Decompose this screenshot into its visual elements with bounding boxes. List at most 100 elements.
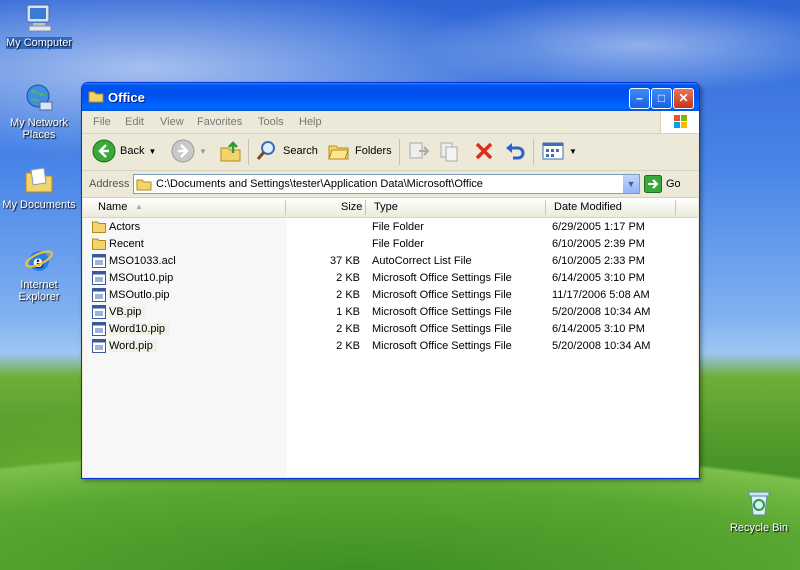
copy-to-button[interactable] bbox=[438, 138, 462, 164]
delete-button[interactable] bbox=[472, 138, 496, 164]
menu-edit[interactable]: Edit bbox=[125, 116, 144, 128]
settings-file-icon bbox=[92, 305, 106, 319]
column-header-size[interactable]: Size bbox=[341, 201, 362, 213]
file-type: Microsoft Office Settings File bbox=[372, 323, 512, 335]
desktop-icon-my-documents[interactable]: My Documents bbox=[1, 164, 77, 211]
network-globe-icon bbox=[23, 82, 55, 114]
file-type: Microsoft Office Settings File bbox=[372, 340, 512, 352]
column-divider[interactable] bbox=[365, 200, 366, 215]
close-button[interactable]: ✕ bbox=[673, 88, 694, 109]
file-name: MSO1033.acl bbox=[109, 255, 176, 267]
computer-icon bbox=[23, 2, 55, 34]
title-bar[interactable]: Office – □ ✕ bbox=[82, 83, 699, 111]
folders-button[interactable]: Folders bbox=[327, 138, 392, 164]
undo-icon bbox=[506, 143, 525, 160]
menu-help[interactable]: Help bbox=[299, 116, 322, 128]
settings-file-icon bbox=[92, 254, 106, 268]
forward-button[interactable]: ▼ bbox=[171, 138, 207, 164]
menu-tools[interactable]: Tools bbox=[258, 116, 284, 128]
standard-toolbar: Back ▼ ▼ Search Folders ▼ bbox=[82, 134, 699, 171]
file-type: AutoCorrect List File bbox=[372, 255, 472, 267]
file-type: Microsoft Office Settings File bbox=[372, 272, 512, 284]
file-size: 37 KB bbox=[330, 255, 360, 267]
column-divider[interactable] bbox=[675, 200, 676, 215]
internet-explorer-icon: e bbox=[23, 244, 55, 276]
table-row[interactable]: MSOut10.pip 2 KB Microsoft Office Settings… bbox=[83, 270, 698, 287]
up-folder-button[interactable] bbox=[219, 138, 243, 164]
file-list: Name ▲ Size Type Date Modified Actors Fil… bbox=[83, 198, 698, 477]
table-row[interactable]: Word.pip 2 KB Microsoft Office Settings Fi… bbox=[83, 338, 698, 355]
menu-file[interactable]: File bbox=[93, 116, 111, 128]
file-name: Recent bbox=[109, 238, 144, 250]
table-row[interactable]: Recent File Folder 6/10/2005 2:39 PM bbox=[83, 236, 698, 253]
move-to-icon bbox=[409, 142, 430, 159]
table-row[interactable]: MSO1033.acl 37 KB AutoCorrect List File 6/1… bbox=[83, 253, 698, 270]
back-arrow-icon bbox=[92, 139, 116, 163]
windows-logo-icon bbox=[660, 111, 699, 133]
file-size: 2 KB bbox=[336, 323, 360, 335]
copy-to-icon bbox=[440, 142, 458, 162]
address-field[interactable]: C:\Documents and Settings\tester\Applica… bbox=[133, 174, 640, 194]
sort-ascending-icon: ▲ bbox=[135, 202, 143, 211]
table-row[interactable]: VB.pip 1 KB Microsoft Office Settings File… bbox=[83, 304, 698, 321]
file-type: Microsoft Office Settings File bbox=[372, 289, 512, 301]
documents-folder-icon bbox=[23, 164, 55, 196]
views-icon bbox=[542, 142, 564, 160]
settings-file-icon bbox=[92, 322, 106, 336]
views-button[interactable]: ▼ bbox=[541, 138, 577, 164]
file-date-modified: 6/10/2005 2:39 PM bbox=[552, 238, 645, 250]
column-divider[interactable] bbox=[285, 200, 286, 215]
menu-favorites[interactable]: Favorites bbox=[197, 116, 242, 128]
settings-file-icon bbox=[92, 271, 106, 285]
desktop-icon-label: Recycle Bin bbox=[729, 522, 789, 534]
desktop-icon-my-network-places[interactable]: My Network Places bbox=[1, 82, 77, 141]
menu-bar: File Edit View Favorites Tools Help bbox=[82, 111, 699, 134]
maximize-button[interactable]: □ bbox=[651, 88, 672, 109]
undo-button[interactable] bbox=[503, 138, 527, 164]
file-size: 2 KB bbox=[336, 272, 360, 284]
file-date-modified: 6/29/2005 1:17 PM bbox=[552, 221, 645, 233]
forward-arrow-icon bbox=[171, 139, 195, 163]
back-button[interactable]: Back ▼ bbox=[92, 138, 156, 164]
column-divider[interactable] bbox=[545, 200, 546, 215]
column-header-row: Name ▲ Size Type Date Modified bbox=[83, 198, 698, 218]
file-size: 2 KB bbox=[336, 289, 360, 301]
search-label: Search bbox=[283, 145, 318, 157]
forward-dropdown-icon[interactable]: ▼ bbox=[199, 147, 207, 156]
search-button[interactable]: Search bbox=[255, 138, 318, 164]
toolbar-separator bbox=[399, 139, 400, 165]
folder-icon bbox=[92, 220, 106, 233]
toolbar-separator bbox=[248, 139, 249, 165]
file-size: 2 KB bbox=[336, 340, 360, 352]
column-header-name[interactable]: Name bbox=[98, 201, 127, 213]
table-row[interactable]: Word10.pip 2 KB Microsoft Office Settings … bbox=[83, 321, 698, 338]
go-label: Go bbox=[666, 178, 681, 190]
desktop-icon-internet-explorer[interactable]: e Internet Explorer bbox=[1, 244, 77, 303]
table-row[interactable]: Actors File Folder 6/29/2005 1:17 PM bbox=[83, 219, 698, 236]
address-value: C:\Documents and Settings\tester\Applica… bbox=[156, 178, 483, 190]
go-button[interactable]: Go bbox=[644, 175, 681, 193]
desktop-icon-my-computer[interactable]: My Computer bbox=[1, 2, 77, 49]
minimize-button[interactable]: – bbox=[629, 88, 650, 109]
back-dropdown-icon[interactable]: ▼ bbox=[148, 147, 156, 156]
views-dropdown-icon[interactable]: ▼ bbox=[569, 147, 577, 156]
move-to-button[interactable] bbox=[407, 138, 431, 164]
up-folder-icon bbox=[220, 141, 241, 162]
window-title: Office bbox=[108, 90, 145, 105]
file-name: VB.pip bbox=[109, 306, 146, 318]
delete-x-icon bbox=[475, 142, 493, 160]
column-header-type[interactable]: Type bbox=[374, 201, 398, 213]
menu-view[interactable]: View bbox=[160, 116, 184, 128]
file-size: 1 KB bbox=[336, 306, 360, 318]
table-row[interactable]: MSOutlo.pip 2 KB Microsoft Office Settings… bbox=[83, 287, 698, 304]
folder-icon bbox=[136, 179, 152, 191]
toolbar-separator bbox=[533, 139, 534, 165]
folders-label: Folders bbox=[355, 145, 392, 157]
address-dropdown-button[interactable]: ▼ bbox=[623, 175, 639, 193]
file-date-modified: 6/10/2005 2:33 PM bbox=[552, 255, 645, 267]
file-name: Word.pip bbox=[109, 340, 157, 352]
desktop-icon-recycle-bin[interactable]: Recycle Bin bbox=[721, 487, 797, 534]
go-arrow-icon bbox=[644, 175, 662, 193]
back-label: Back bbox=[120, 145, 145, 157]
column-header-date-modified[interactable]: Date Modified bbox=[554, 201, 622, 213]
